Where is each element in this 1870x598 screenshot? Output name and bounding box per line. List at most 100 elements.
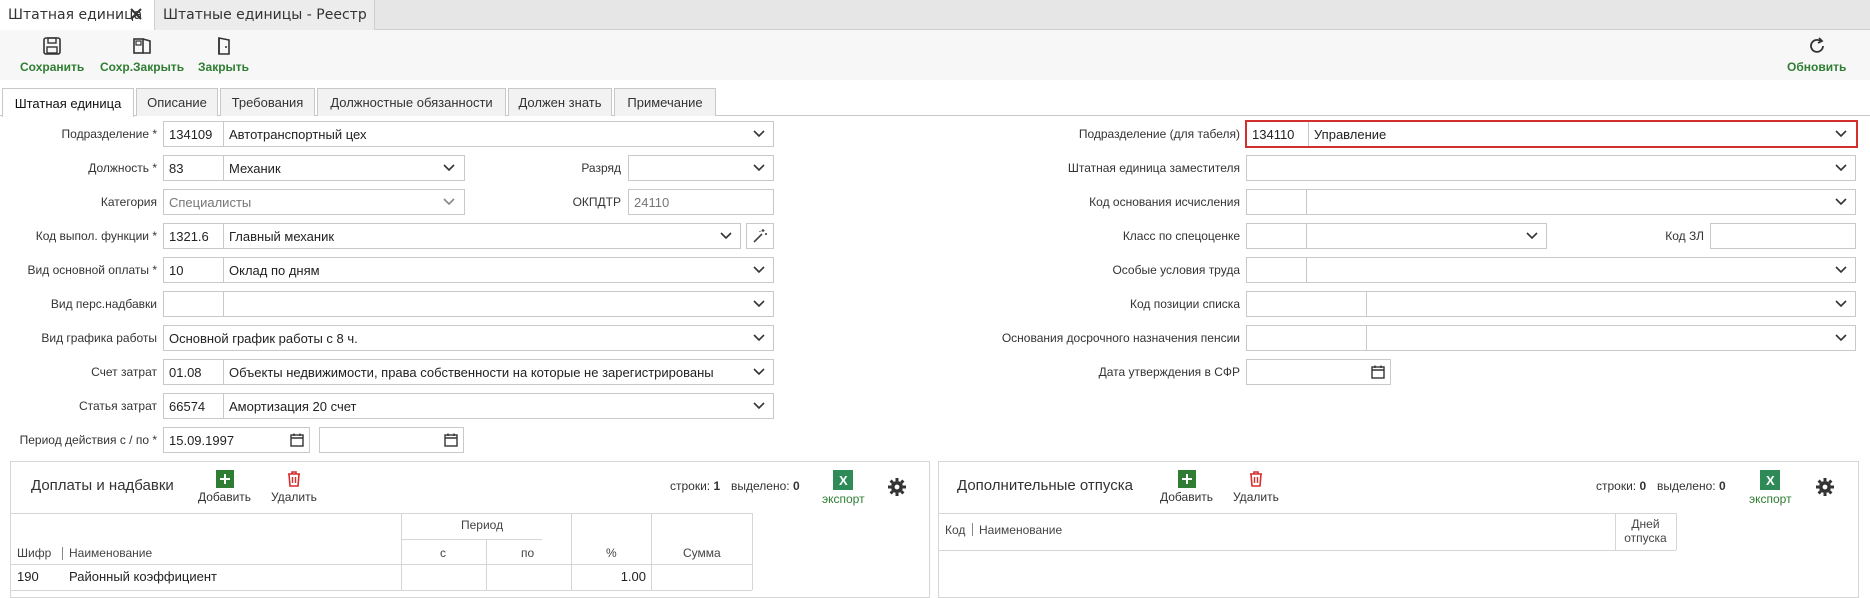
- tab-duties[interactable]: Должностные обязанности: [317, 88, 506, 116]
- delete-leave-button[interactable]: Удалить: [1233, 470, 1279, 504]
- header-name[interactable]: Наименование: [69, 546, 152, 560]
- export-button[interactable]: X экспорт: [1749, 470, 1792, 506]
- chevron-down-icon[interactable]: [720, 232, 732, 240]
- tab-requirements[interactable]: Требования: [220, 88, 315, 116]
- tab-description[interactable]: Описание: [136, 88, 218, 116]
- chevron-down-icon[interactable]: [1526, 232, 1538, 240]
- special-conditions-code[interactable]: [1246, 257, 1307, 283]
- pension-basis-code[interactable]: [1246, 325, 1367, 351]
- calendar-icon[interactable]: [444, 433, 458, 447]
- chevron-down-icon[interactable]: [1835, 266, 1847, 274]
- close-label: Закрыть: [198, 60, 250, 74]
- chevron-down-icon[interactable]: [443, 164, 455, 172]
- chevron-down-icon[interactable]: [753, 130, 765, 138]
- position-select[interactable]: Механик: [223, 155, 465, 181]
- basis-code[interactable]: [1246, 189, 1307, 215]
- function-select[interactable]: Главный механик: [223, 223, 741, 249]
- tab-staff-unit[interactable]: Штатная единица: [2, 88, 134, 117]
- assessment-class-select[interactable]: [1306, 223, 1547, 249]
- list-position-code[interactable]: [1246, 291, 1367, 317]
- timesheet-department-name: Управление: [1314, 126, 1387, 142]
- sfr-date-field[interactable]: [1246, 359, 1391, 385]
- chevron-down-icon[interactable]: [1835, 130, 1847, 138]
- toolbar: Сохранить Сохр.Закрыть Закрыть Обновить: [0, 30, 1870, 80]
- chevron-down-icon[interactable]: [753, 334, 765, 342]
- add-allowance-button[interactable]: Добавить: [198, 470, 251, 504]
- cost-item-code[interactable]: 66574: [163, 393, 224, 419]
- calendar-icon[interactable]: [290, 433, 304, 447]
- window-tab-staff-unit[interactable]: Штатная единица: [0, 0, 155, 30]
- save-close-icon: [133, 38, 151, 54]
- delete-label: Удалить: [1233, 490, 1279, 504]
- header-percent[interactable]: %: [606, 546, 617, 560]
- header-to[interactable]: по: [521, 546, 534, 560]
- chevron-down-icon[interactable]: [1835, 334, 1847, 342]
- header-sum[interactable]: Сумма: [683, 546, 721, 560]
- header-code[interactable]: Шифр: [17, 546, 51, 560]
- gear-icon[interactable]: [887, 477, 907, 497]
- cost-item-select[interactable]: Амортизация 20 счет: [223, 393, 774, 419]
- export-button[interactable]: X экспорт: [822, 470, 865, 506]
- export-label: экспорт: [822, 492, 865, 506]
- calendar-icon[interactable]: [1371, 365, 1385, 379]
- okpdtr-field[interactable]: 24110: [628, 189, 774, 215]
- timesheet-department-select[interactable]: 134110 Управление: [1245, 120, 1858, 148]
- close-icon[interactable]: [128, 6, 144, 22]
- department-select[interactable]: Автотранспортный цех: [223, 121, 774, 147]
- tab-notes[interactable]: Примечание: [614, 88, 716, 116]
- header-name[interactable]: Наименование: [979, 523, 1062, 537]
- special-conditions-select[interactable]: [1306, 257, 1856, 283]
- chevron-down-icon[interactable]: [753, 300, 765, 308]
- save-close-button[interactable]: Сохр.Закрыть: [100, 36, 184, 74]
- window-tab-registry[interactable]: Штатные единицы - Реестр: [155, 0, 375, 30]
- label-list-position: Код позиции списка: [1130, 297, 1240, 311]
- zl-code-field[interactable]: [1710, 223, 1856, 249]
- position-code[interactable]: 83: [163, 155, 224, 181]
- header-from[interactable]: с: [440, 546, 446, 560]
- selected-counter: выделено: 0: [731, 479, 800, 493]
- chevron-down-icon[interactable]: [753, 402, 765, 410]
- add-leave-button[interactable]: Добавить: [1160, 470, 1213, 504]
- save-button[interactable]: Сохранить: [20, 36, 84, 74]
- bonus-type-select[interactable]: [223, 291, 774, 317]
- schedule-select[interactable]: Основной график работы с 8 ч.: [163, 325, 774, 351]
- close-button[interactable]: Закрыть: [198, 36, 249, 74]
- tab-must-know[interactable]: Должен знать: [508, 88, 612, 116]
- cost-account-select[interactable]: Объекты недвижимости, права собственност…: [223, 359, 774, 385]
- period-from-field[interactable]: 15.09.1997: [163, 427, 310, 453]
- chevron-down-icon[interactable]: [753, 368, 765, 376]
- list-position-select[interactable]: [1366, 291, 1856, 317]
- deputy-select[interactable]: [1246, 155, 1856, 181]
- trash-icon: [1249, 471, 1262, 487]
- chevron-down-icon[interactable]: [1835, 198, 1847, 206]
- chevron-down-icon[interactable]: [1835, 164, 1847, 172]
- chevron-down-icon[interactable]: [443, 198, 455, 206]
- refresh-button[interactable]: Обновить: [1787, 36, 1846, 74]
- cell-name: Районный коэффициент: [69, 569, 217, 584]
- basis-select[interactable]: [1306, 189, 1856, 215]
- header-code[interactable]: Код: [945, 523, 965, 537]
- pay-type-select[interactable]: Оклад по дням: [223, 257, 774, 283]
- gear-icon[interactable]: [1815, 477, 1835, 497]
- chevron-down-icon[interactable]: [1835, 300, 1847, 308]
- cost-account-code[interactable]: 01.08: [163, 359, 224, 385]
- delete-allowance-button[interactable]: Удалить: [271, 470, 317, 504]
- chevron-down-icon[interactable]: [753, 164, 765, 172]
- label-basis-code: Код основания исчисления: [1089, 195, 1240, 209]
- label-position: Должность *: [88, 161, 157, 175]
- department-code[interactable]: 134109: [163, 121, 224, 147]
- trash-icon: [287, 471, 300, 487]
- magic-wand-button[interactable]: [746, 223, 774, 249]
- period-to-field[interactable]: [319, 427, 464, 453]
- assessment-class-code[interactable]: [1246, 223, 1307, 249]
- function-code[interactable]: 1321.6: [163, 223, 224, 249]
- chevron-down-icon[interactable]: [753, 266, 765, 274]
- category-select[interactable]: Специалисты: [163, 189, 465, 215]
- bonus-type-code[interactable]: [163, 291, 224, 317]
- pay-type-code[interactable]: 10: [163, 257, 224, 283]
- selected-label: выделено:: [1657, 479, 1716, 493]
- pension-basis-select[interactable]: [1366, 325, 1856, 351]
- window-tab-label: Штатные единицы - Реестр: [163, 7, 367, 23]
- header-days[interactable]: Дней отпуска: [1617, 517, 1674, 545]
- rows-value: 1: [713, 479, 721, 493]
